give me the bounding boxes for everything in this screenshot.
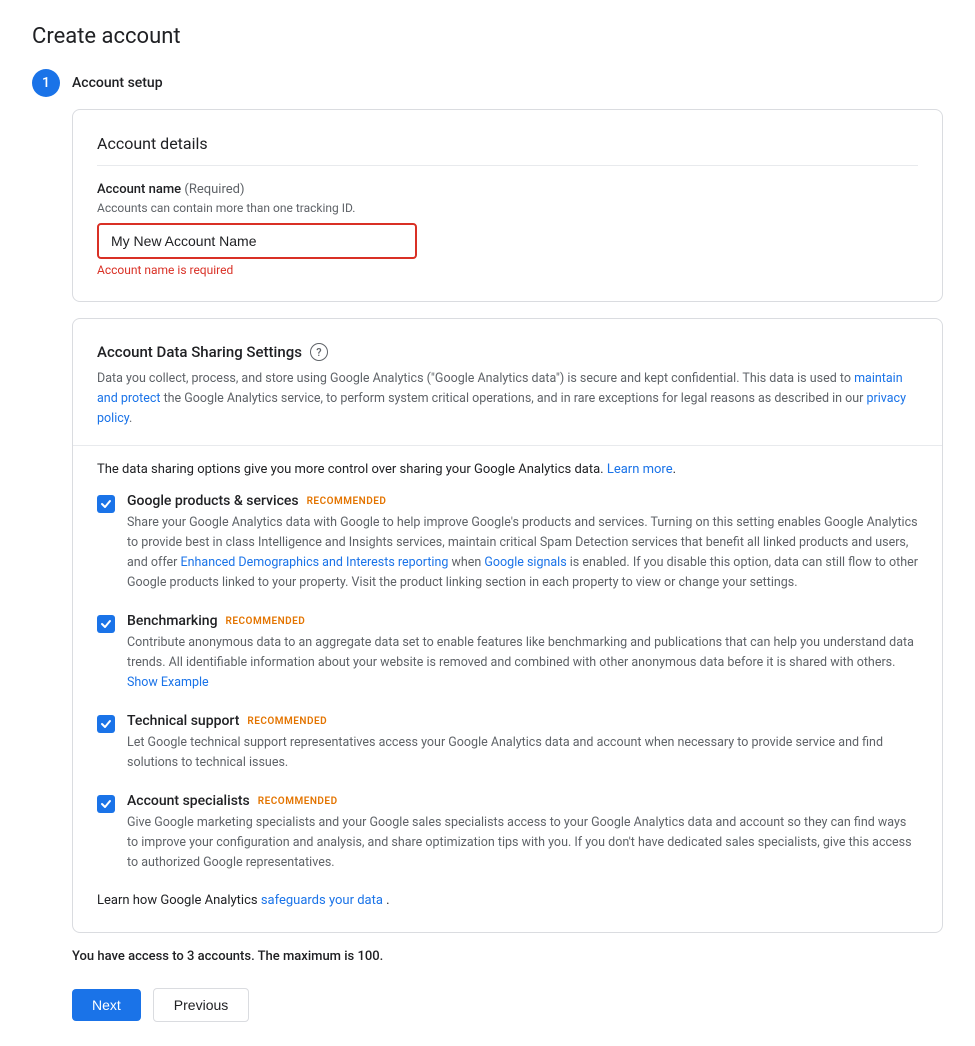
benchmarking-title: Benchmarking RECOMMENDED: [127, 613, 918, 629]
account-specialists-title: Account specialists RECOMMENDED: [127, 793, 918, 809]
safeguards-link[interactable]: safeguards your data: [261, 893, 383, 908]
checkbox-technical-support: Technical support RECOMMENDED Let Google…: [97, 713, 918, 773]
safeguards-line: Learn how Google Analytics safeguards yo…: [97, 893, 918, 908]
sharing-divider: [73, 445, 942, 446]
checkbox-benchmarking-input[interactable]: [97, 615, 115, 633]
account-details-card: Account details Account name (Required) …: [72, 109, 943, 302]
data-sharing-card: Account Data Sharing Settings ? Data you…: [72, 318, 943, 933]
checkbox-google-products: Google products & services RECOMMENDED S…: [97, 493, 918, 593]
technical-support-desc: Let Google technical support representat…: [127, 733, 918, 773]
account-name-label: Account name (Required): [97, 182, 918, 197]
sharing-intro: The data sharing options give you more c…: [97, 462, 918, 477]
checkbox-account-specialists-input[interactable]: [97, 795, 115, 813]
accounts-notice: You have access to 3 accounts. The maxim…: [72, 949, 943, 964]
google-products-title: Google products & services RECOMMENDED: [127, 493, 918, 509]
benchmarking-desc: Contribute anonymous data to an aggregat…: [127, 633, 918, 693]
checkbox-benchmarking: Benchmarking RECOMMENDED Contribute anon…: [97, 613, 918, 693]
learn-more-link[interactable]: Learn more: [607, 462, 673, 477]
data-sharing-desc: Data you collect, process, and store usi…: [97, 369, 918, 429]
help-icon[interactable]: ?: [310, 343, 328, 361]
step-label: Account setup: [72, 75, 163, 91]
checkbox-google-products-input[interactable]: [97, 495, 115, 513]
previous-button[interactable]: Previous: [153, 988, 249, 1022]
google-signals-link[interactable]: Google signals: [484, 555, 566, 570]
account-details-title: Account details: [97, 134, 918, 166]
enhanced-demographics-link[interactable]: Enhanced Demographics and Interests repo…: [181, 555, 449, 570]
page-title: Create account: [32, 24, 943, 49]
account-specialists-desc: Give Google marketing specialists and yo…: [127, 813, 918, 873]
data-sharing-title: Account Data Sharing Settings ?: [97, 343, 918, 361]
step-header: 1 Account setup: [32, 69, 943, 97]
account-name-error: Account name is required: [97, 263, 918, 277]
checkbox-account-specialists: Account specialists RECOMMENDED Give Goo…: [97, 793, 918, 873]
checkbox-technical-support-input[interactable]: [97, 715, 115, 733]
technical-support-title: Technical support RECOMMENDED: [127, 713, 918, 729]
account-name-input[interactable]: [97, 223, 417, 259]
step-badge: 1: [32, 69, 60, 97]
next-button[interactable]: Next: [72, 989, 141, 1021]
show-example-link[interactable]: Show Example: [127, 675, 209, 690]
google-products-desc: Share your Google Analytics data with Go…: [127, 513, 918, 593]
footer-buttons: Next Previous: [72, 988, 943, 1022]
account-name-hint: Accounts can contain more than one track…: [97, 201, 918, 215]
